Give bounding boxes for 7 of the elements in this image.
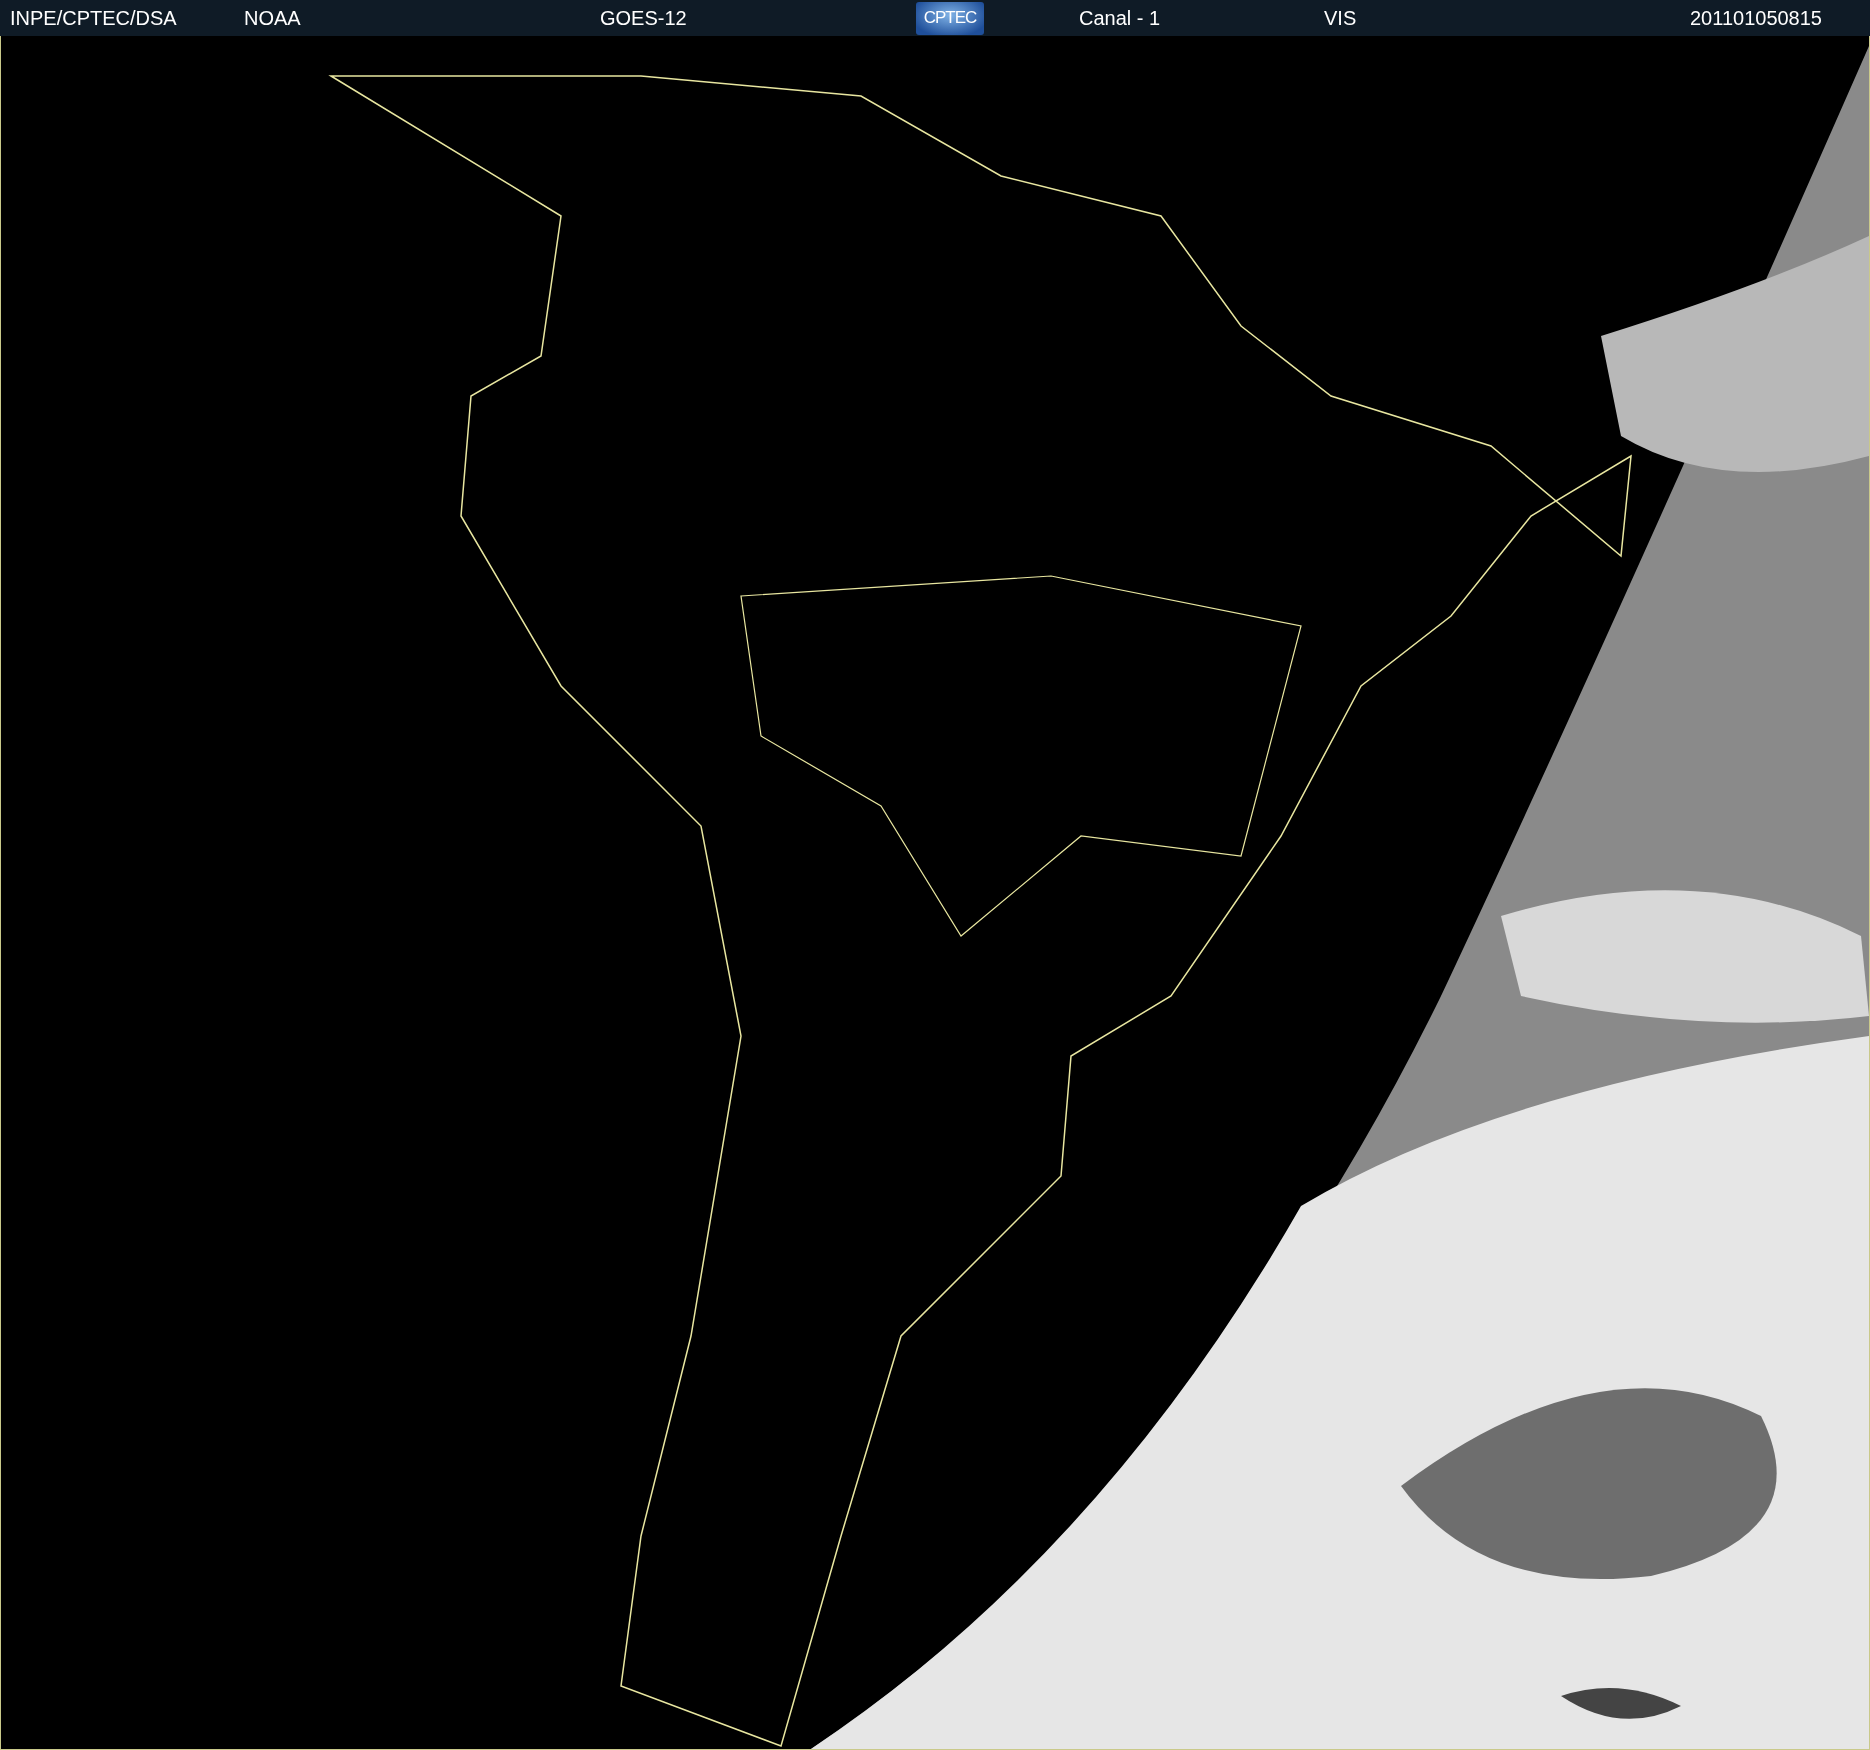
header-label: GOES-12 <box>600 6 687 30</box>
header-label: Canal - 1 <box>1079 6 1161 30</box>
logo: CPTEC <box>916 1 984 35</box>
header-label: INPE/CPTEC/DSA <box>10 6 177 30</box>
header-label: VIS <box>1324 6 1357 30</box>
header-label: 201101050815 <box>1690 6 1822 30</box>
header-label: NOAA <box>244 6 301 30</box>
